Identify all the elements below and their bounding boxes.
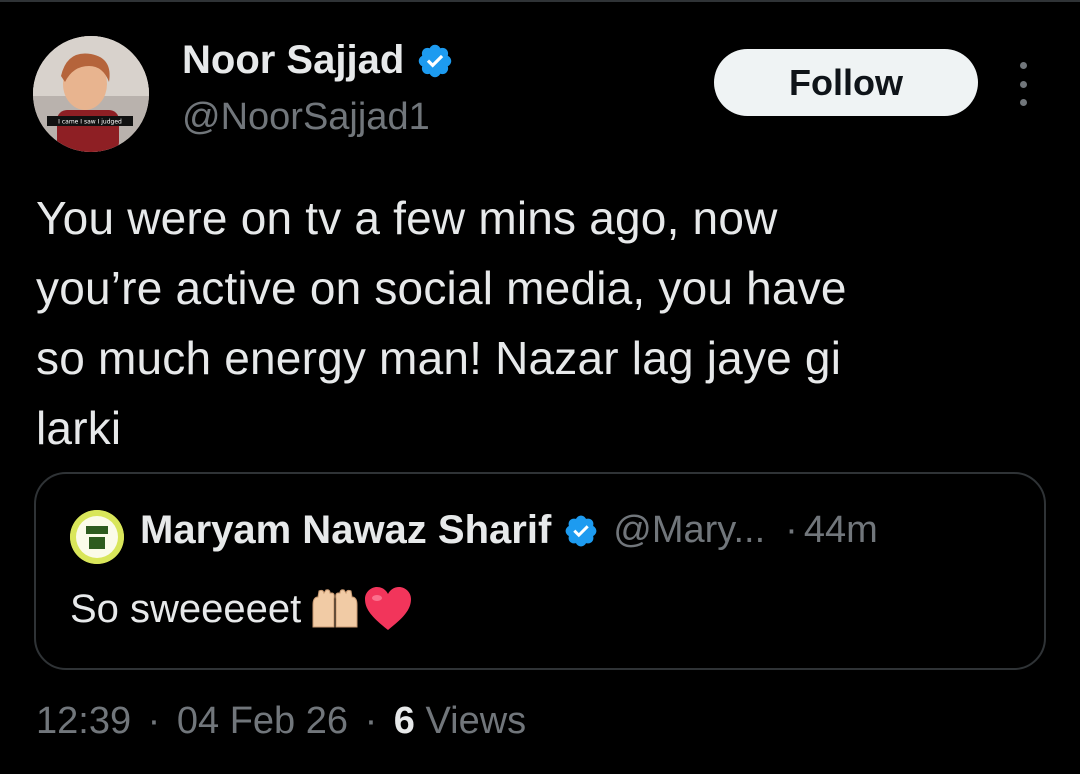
- quoted-header: Maryam Nawaz Sharif @Mary... · 44m: [140, 508, 878, 553]
- follow-button[interactable]: Follow: [714, 49, 978, 116]
- tweet-line: larki: [36, 402, 122, 454]
- verified-badge-icon: [565, 515, 597, 546]
- tweet-meta: 12:39 · 04 Feb 26 · 6 Views: [36, 700, 526, 743]
- author-avatar[interactable]: I came I saw I judged: [33, 36, 149, 152]
- quoted-author-handle[interactable]: @Mary...: [613, 509, 765, 552]
- quoted-author-name[interactable]: Maryam Nawaz Sharif: [140, 508, 551, 553]
- author-name[interactable]: Noor Sajjad: [182, 38, 454, 83]
- raising-hands-emoji-icon: [309, 587, 361, 631]
- quoted-tweet[interactable]: Maryam Nawaz Sharif @Mary... · 44m So sw…: [34, 472, 1046, 670]
- separator-dot: ·: [364, 700, 378, 742]
- quoted-text-content: So sweeeeet: [70, 586, 302, 631]
- views-label[interactable]: Views: [426, 700, 527, 742]
- tweet-line: you’re active on social media, you have: [36, 262, 847, 314]
- tweet-text: You were on tv a few mins ago, now you’r…: [36, 183, 1036, 463]
- verified-badge-icon: [419, 44, 452, 77]
- quoted-avatar[interactable]: [70, 510, 124, 564]
- divider: [0, 0, 1080, 2]
- tweet-line: so much energy man! Nazar lag jaye gi: [36, 332, 842, 384]
- separator-dot: ·: [785, 509, 798, 551]
- author-handle[interactable]: @NoorSajjad1: [182, 96, 430, 139]
- tweet: I came I saw I judged Noor Sajjad @NoorS…: [0, 0, 1080, 774]
- more-options-icon[interactable]: [1008, 62, 1038, 106]
- tweet-date[interactable]: 04 Feb 26: [177, 700, 348, 742]
- separator-dot: ·: [147, 700, 161, 742]
- more-dot: [1019, 62, 1027, 69]
- avatar-caption-text: I came I saw I judged: [58, 119, 122, 126]
- author-name-text[interactable]: Noor Sajjad: [182, 38, 404, 83]
- tweet-line: You were on tv a few mins ago, now: [36, 192, 778, 244]
- quoted-timestamp[interactable]: 44m: [804, 509, 878, 552]
- more-dot: [1019, 80, 1027, 88]
- views-count[interactable]: 6: [394, 700, 415, 742]
- quoted-text: So sweeeeet: [70, 586, 413, 632]
- tweet-time[interactable]: 12:39: [36, 700, 131, 742]
- red-heart-emoji-icon: [363, 586, 413, 632]
- more-dot: [1019, 99, 1027, 106]
